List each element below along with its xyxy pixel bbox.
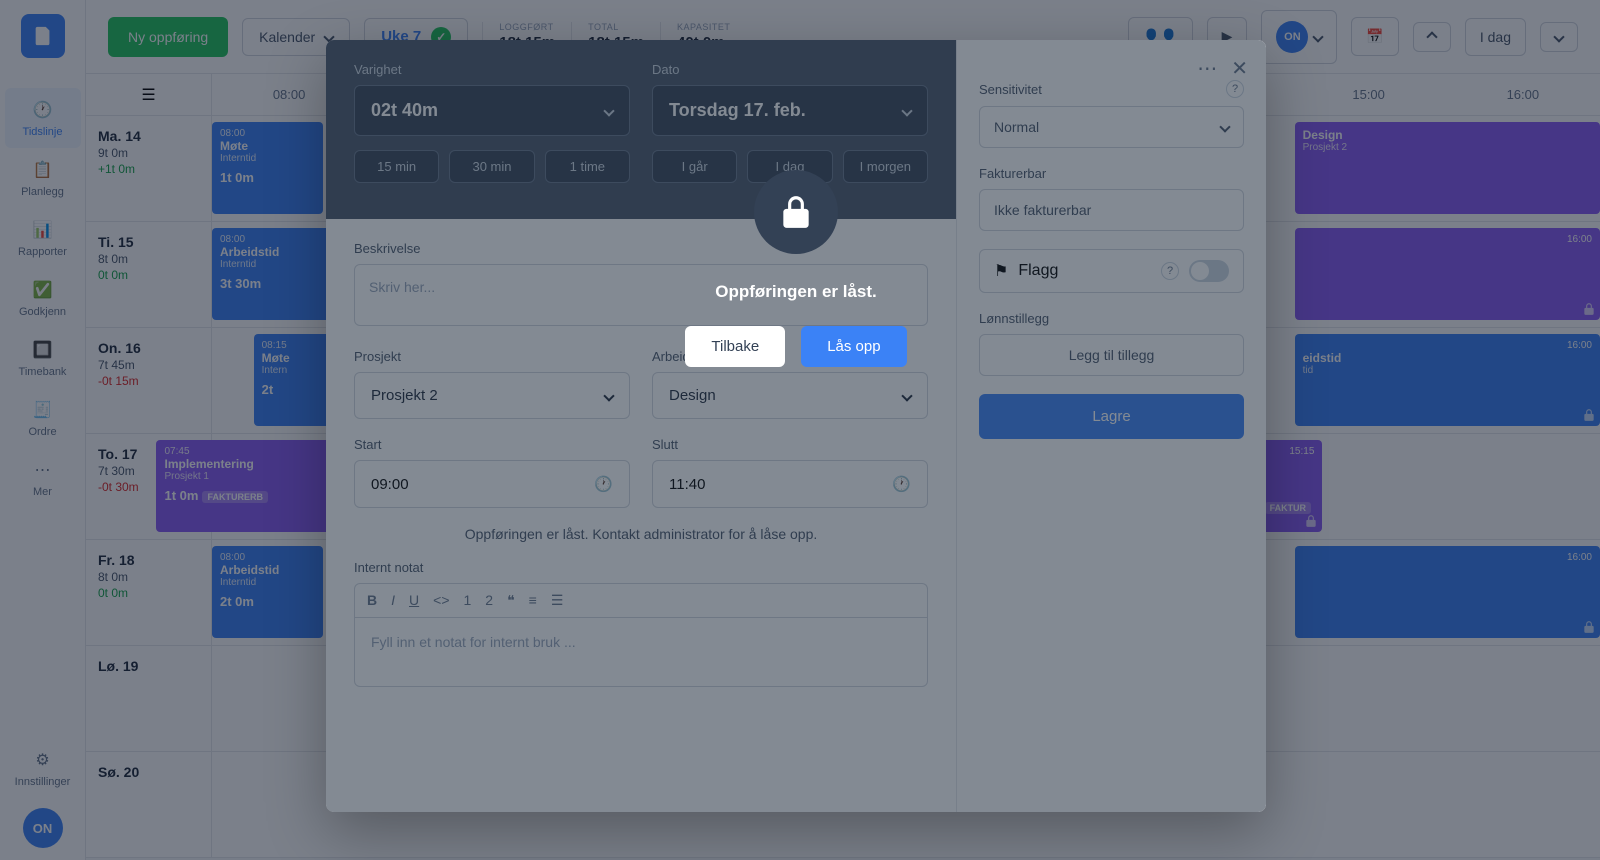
underline-button[interactable]: U	[409, 592, 419, 609]
end-label: Slutt	[652, 437, 928, 452]
duration-label: Varighet	[354, 62, 630, 77]
ol-button[interactable]: ≡	[529, 592, 537, 609]
locked-message: Oppføringen er låst. Kontakt administrat…	[354, 526, 928, 542]
more-button[interactable]: ⋯	[1197, 56, 1217, 81]
save-button[interactable]: Lagre	[979, 394, 1244, 439]
start-value: 09:00	[371, 476, 409, 493]
duration-value: 02t 40m	[371, 100, 438, 121]
start-label: Start	[354, 437, 630, 452]
billable-label: Fakturerbar	[979, 166, 1046, 181]
chevron-down-icon	[1219, 121, 1230, 132]
date-value: Torsdag 17. feb.	[669, 100, 806, 121]
note-label: Internt notat	[354, 560, 928, 575]
billable-value: Ikke fakturerbar	[979, 189, 1244, 231]
duration-chip[interactable]: 1 time	[545, 150, 630, 183]
h2-button[interactable]: 2	[485, 592, 493, 609]
quote-button[interactable]: ❝	[507, 592, 515, 609]
sensitivity-select[interactable]: Normal	[979, 106, 1244, 148]
clock-icon: 🕐	[594, 475, 613, 493]
modal-header: Varighet 02t 40m Dato Torsdag 17. feb. 1…	[326, 40, 956, 219]
date-chip[interactable]: I går	[652, 150, 737, 183]
project-value: Prosjekt 2	[371, 387, 438, 404]
code-button[interactable]: <>	[433, 592, 449, 609]
worktype-select[interactable]: Design	[652, 372, 928, 419]
add-salary-button[interactable]: Legg til tillegg	[979, 334, 1244, 376]
help-icon[interactable]: ?	[1161, 262, 1179, 280]
chevron-down-icon	[603, 390, 614, 401]
modal-left-pane: Varighet 02t 40m Dato Torsdag 17. feb. 1…	[326, 40, 956, 812]
clock-icon: 🕐	[892, 475, 911, 493]
chevron-down-icon	[901, 105, 912, 116]
note-editor[interactable]: Fyll inn et notat for internt bruk ...	[354, 617, 928, 687]
end-time-input[interactable]: 11:40 🕐	[652, 460, 928, 508]
duration-chip[interactable]: 15 min	[354, 150, 439, 183]
sensitivity-value: Normal	[994, 119, 1039, 135]
flag-label: Flagg	[1018, 262, 1151, 280]
bold-button[interactable]: B	[367, 592, 377, 609]
editor-toolbar: B I U <> 1 2 ❝ ≡ ☰	[354, 583, 928, 617]
worktype-value: Design	[669, 387, 716, 404]
ul-button[interactable]: ☰	[551, 592, 564, 609]
flag-row: ⚑ Flagg ?	[979, 249, 1244, 293]
unlock-button[interactable]: Lås opp	[801, 326, 906, 367]
description-input[interactable]	[354, 264, 928, 326]
project-label: Prosjekt	[354, 349, 630, 364]
project-select[interactable]: Prosjekt 2	[354, 372, 630, 419]
date-chip[interactable]: I morgen	[843, 150, 928, 183]
italic-button[interactable]: I	[391, 592, 395, 609]
chevron-down-icon	[901, 390, 912, 401]
entry-modal: Varighet 02t 40m Dato Torsdag 17. feb. 1…	[326, 40, 1266, 812]
duration-select[interactable]: 02t 40m	[354, 85, 630, 136]
date-select[interactable]: Torsdag 17. feb.	[652, 85, 928, 136]
modal-right-pane: ⋯ ✕ Sensitivitet? Normal Fakturerbar Ikk…	[956, 40, 1266, 812]
flag-icon: ⚑	[994, 261, 1008, 281]
close-button[interactable]: ✕	[1231, 56, 1248, 81]
chevron-down-icon	[603, 105, 614, 116]
flag-toggle[interactable]	[1189, 260, 1229, 282]
start-time-input[interactable]: 09:00 🕐	[354, 460, 630, 508]
back-button[interactable]: Tilbake	[685, 326, 785, 367]
date-chip[interactable]: I dag	[747, 150, 832, 183]
date-label: Dato	[652, 62, 928, 77]
description-label: Beskrivelse	[354, 241, 928, 256]
h1-button[interactable]: 1	[464, 592, 472, 609]
duration-chip[interactable]: 30 min	[449, 150, 534, 183]
sensitivity-label: Sensitivitet	[979, 82, 1042, 97]
salary-label: Lønnstillegg	[979, 311, 1049, 326]
help-icon[interactable]: ?	[1226, 80, 1244, 98]
end-value: 11:40	[669, 476, 705, 493]
